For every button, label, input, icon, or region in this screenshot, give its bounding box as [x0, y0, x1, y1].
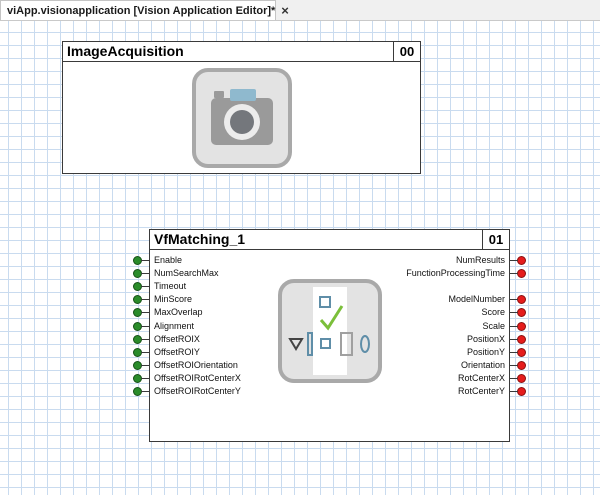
output-pin-stub — [510, 273, 518, 275]
output-pin-label: PositionX — [466, 333, 505, 344]
output-pin-stub — [510, 391, 518, 392]
image-acquisition-title: ImageAcquisition — [67, 43, 184, 59]
input-pin-label: OffsetROIRotCenterX — [154, 372, 241, 383]
output-pin-label: FunctionProcessingTime — [406, 268, 505, 279]
output-pin-score[interactable] — [517, 308, 526, 318]
output-pin-stub — [510, 377, 518, 379]
input-pin-label: OffsetROIY — [154, 346, 200, 357]
input-pin-stub — [141, 286, 149, 288]
input-pin-stub — [141, 338, 149, 340]
editor-tab[interactable]: viApp.visionapplication [Vision Applicat… — [0, 0, 289, 20]
output-pin-rotcenterx[interactable] — [517, 373, 526, 383]
vf-matching-id: 01 — [482, 230, 509, 249]
input-pin-label: Timeout — [154, 281, 187, 292]
pattern-matching-icon — [278, 279, 382, 383]
output-pin-stub — [510, 299, 518, 301]
input-pin-label: MaxOverlap — [154, 307, 203, 318]
output-pin-rotcentery[interactable] — [517, 387, 526, 396]
output-pin-label: RotCenterY — [457, 386, 505, 396]
output-pin-stub — [510, 312, 518, 314]
input-pin-stub — [141, 364, 149, 366]
output-pin-stub — [510, 351, 518, 353]
input-pin-label: Enable — [154, 255, 183, 265]
vf-matching-title: VfMatching_1 — [154, 231, 246, 247]
output-pin-orientation[interactable] — [517, 360, 526, 370]
input-pin-label: Alignment — [154, 320, 195, 331]
image-acquisition-block[interactable]: ImageAcquisition 00 — [62, 41, 421, 174]
input-pin-stub — [141, 312, 149, 314]
output-pin-stub — [510, 260, 518, 261]
camera-icon — [192, 68, 292, 168]
output-pin-numresults[interactable] — [517, 256, 526, 265]
output-pin-label: PositionY — [466, 346, 505, 357]
output-pin-functionprocessingtime[interactable] — [517, 269, 526, 279]
output-pin-positionx[interactable] — [517, 334, 526, 344]
output-pin-stub — [510, 338, 518, 340]
input-pin-stub — [141, 377, 149, 379]
input-pin-label: OffsetROIRotCenterY — [154, 386, 241, 396]
close-tab-icon[interactable]: × — [281, 4, 289, 17]
output-pin-stub — [510, 325, 518, 327]
output-pin-modelnumber[interactable] — [517, 295, 526, 305]
vf-matching-header: VfMatching_1 01 — [150, 230, 509, 250]
output-pin-label: RotCenterX — [457, 372, 505, 383]
output-pin-label: Orientation — [460, 359, 505, 370]
input-pin-label: NumSearchMax — [154, 268, 219, 279]
output-pin-label: NumResults — [455, 255, 505, 265]
output-pin-label: Scale — [482, 320, 505, 331]
editor-tab-bar: viApp.visionapplication [Vision Applicat… — [0, 0, 600, 21]
input-pin-stub — [141, 260, 149, 261]
input-pin-label: OffsetROIOrientation — [154, 359, 238, 370]
input-pin-stub — [141, 391, 149, 392]
input-pin-label: OffsetROIX — [154, 333, 200, 344]
output-pin-positiony[interactable] — [517, 347, 526, 357]
input-pin-stub — [141, 351, 149, 353]
input-pin-stub — [141, 325, 149, 327]
input-pin-stub — [141, 273, 149, 275]
image-acquisition-header: ImageAcquisition 00 — [63, 42, 420, 62]
editor-canvas[interactable]: ImageAcquisition 00 VfMatching_1 01 Enab… — [0, 21, 600, 495]
input-pin-stub — [141, 299, 149, 301]
output-pin-stub — [510, 364, 518, 366]
output-pin-label: Score — [481, 307, 505, 318]
input-pin-label: MinScore — [154, 294, 193, 305]
output-pin-scale[interactable] — [517, 321, 526, 331]
image-acquisition-id: 00 — [393, 42, 420, 61]
output-pin-label: ModelNumber — [448, 294, 505, 305]
editor-tab-label: viApp.visionapplication [Vision Applicat… — [7, 4, 276, 17]
